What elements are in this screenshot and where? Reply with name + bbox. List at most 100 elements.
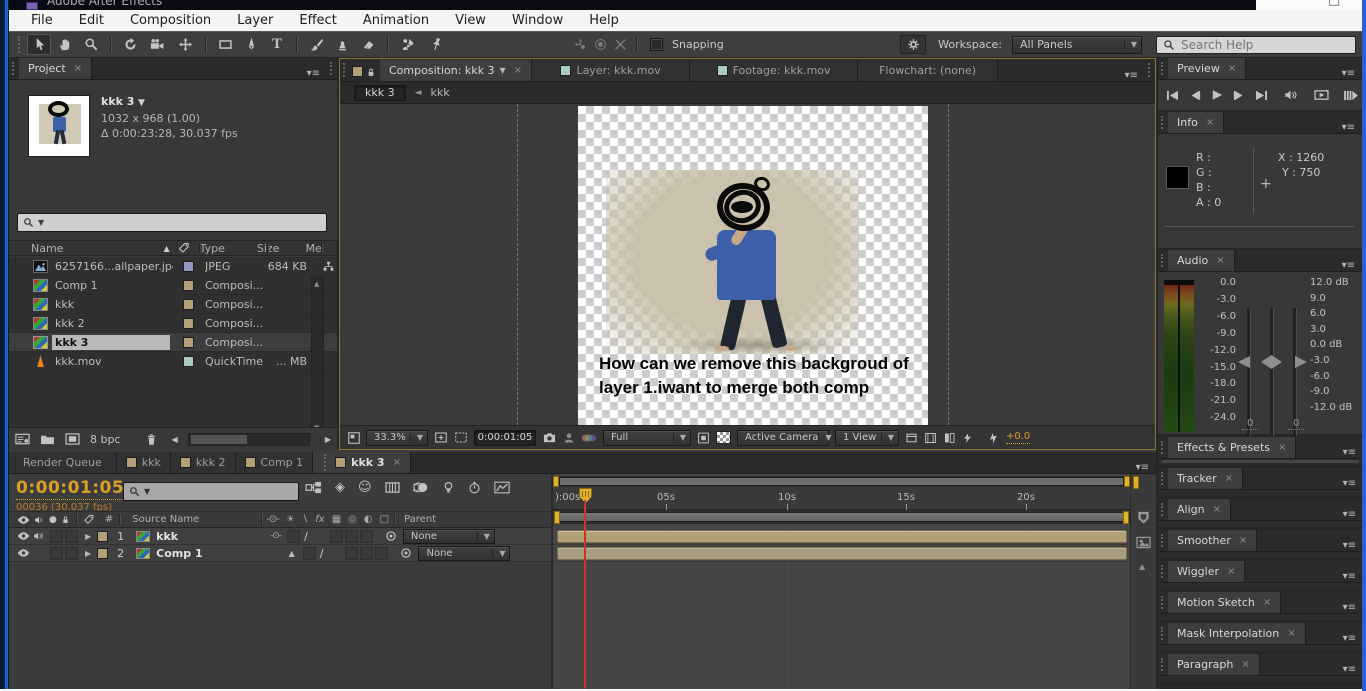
project-search-box[interactable]: ▼ xyxy=(17,213,327,232)
previous-frame-button[interactable] xyxy=(1189,90,1201,101)
panel-menu-icon[interactable]: ▾≡ xyxy=(1335,260,1362,271)
workspace-select[interactable]: All Panels▼ xyxy=(1012,36,1142,54)
shuttle-button[interactable] xyxy=(1343,90,1358,101)
parent-select[interactable]: None▼ xyxy=(418,546,510,561)
frame-blending-icon[interactable] xyxy=(385,481,400,494)
audio-gripper[interactable] xyxy=(1161,254,1165,267)
panel-menu-icon[interactable]: ▾≡ xyxy=(1336,478,1363,489)
rectangle-tool-icon[interactable] xyxy=(213,37,237,52)
master-slider-handle[interactable] xyxy=(1261,355,1282,369)
tab-info[interactable]: Info× xyxy=(1168,112,1224,133)
panel-menu-icon[interactable]: ▾≡ xyxy=(1129,462,1156,473)
sort-asc-icon[interactable]: ▲ xyxy=(163,244,169,253)
tab-layer[interactable]: Layer: kkk.mov xyxy=(532,60,690,81)
toolbar-gripper[interactable] xyxy=(18,36,22,53)
col-parent[interactable]: Parent xyxy=(404,514,436,525)
graph-editor-icon[interactable] xyxy=(494,481,510,494)
col-size[interactable]: Size xyxy=(257,242,280,255)
interpret-footage-icon[interactable] xyxy=(15,433,30,445)
close-icon[interactable]: × xyxy=(74,63,82,74)
scroll-up-icon[interactable]: ▲ xyxy=(1139,562,1145,571)
magnification-select[interactable]: 33.3%▼ xyxy=(366,430,428,446)
menu-window[interactable]: Window xyxy=(499,13,576,28)
motion-blur-cell[interactable] xyxy=(360,530,373,543)
project-row-kkk2[interactable]: kkk 2 Composi... xyxy=(9,314,337,333)
expand-arrow-icon[interactable]: ▶ xyxy=(85,549,91,558)
panel-menu-icon[interactable]: ▾≡ xyxy=(1336,447,1363,458)
target-region-icon[interactable] xyxy=(697,432,710,444)
camera-select[interactable]: Active Camera▼ xyxy=(737,430,829,446)
breadcrumb-parent[interactable]: kkk xyxy=(431,86,450,99)
tag-swatch[interactable] xyxy=(183,337,194,348)
last-frame-button[interactable] xyxy=(1255,90,1268,101)
layer-bar-kkk[interactable] xyxy=(557,530,1127,543)
gripper[interactable] xyxy=(1161,658,1165,671)
tag-swatch[interactable] xyxy=(183,261,194,272)
menu-composition[interactable]: Composition xyxy=(117,13,224,28)
solo-cell[interactable] xyxy=(50,547,63,560)
eye-icon[interactable] xyxy=(17,548,30,558)
comp-viewer[interactable]: How can we remove this backgroud of laye… xyxy=(340,104,1155,425)
navigator-cap[interactable] xyxy=(1133,476,1139,489)
left-level-slider[interactable] xyxy=(1247,308,1250,436)
tag-swatch[interactable] xyxy=(183,318,194,329)
brainstorm-icon[interactable] xyxy=(442,481,455,494)
playhead-line[interactable] xyxy=(584,500,586,689)
audio-mute-button[interactable] xyxy=(1284,89,1298,101)
tab-audio[interactable]: Audio× xyxy=(1168,250,1235,271)
pan-behind-tool-icon[interactable] xyxy=(172,37,198,52)
fx-switch-icon[interactable]: fx xyxy=(315,514,324,525)
exposure-reset-icon[interactable] xyxy=(987,432,1000,444)
status-timecode[interactable]: 0:00:01:05 xyxy=(474,430,536,446)
selection-tool-icon[interactable] xyxy=(27,34,51,55)
breadcrumb-current[interactable]: kkk 3 xyxy=(354,85,406,101)
puppet-pin-tool-icon[interactable] xyxy=(423,37,449,52)
expand-arrow-icon[interactable]: ▶ xyxy=(85,532,91,541)
close-icon[interactable]: × xyxy=(514,65,522,76)
tab-tracker[interactable]: Tracker× xyxy=(1168,468,1243,489)
shy-toggle[interactable]: -⊙- xyxy=(270,531,281,541)
preview-gripper[interactable] xyxy=(1161,62,1165,75)
comp-mini-flowchart-icon[interactable] xyxy=(305,481,322,494)
shy-switch-icon[interactable]: -⊙- xyxy=(266,514,279,525)
right-level-slider[interactable] xyxy=(1293,308,1296,436)
search-help-box[interactable] xyxy=(1156,36,1356,54)
lock-icon[interactable] xyxy=(366,67,376,78)
menu-effect[interactable]: Effect xyxy=(286,13,349,28)
gripper[interactable] xyxy=(1161,472,1165,485)
tab-timeline-kkk2[interactable]: kkk 2 xyxy=(171,452,236,473)
comp-canvas[interactable]: How can we remove this backgroud of laye… xyxy=(578,106,928,425)
auto-keyframe-icon[interactable] xyxy=(468,481,481,494)
timeline-search-box[interactable]: ▼ xyxy=(123,482,299,501)
close-icon[interactable]: × xyxy=(1216,255,1224,266)
work-area-start-handle[interactable] xyxy=(554,511,560,524)
gripper[interactable] xyxy=(1161,441,1165,454)
fast-preview-icon[interactable] xyxy=(962,432,973,444)
snapshot-camera-icon[interactable] xyxy=(542,431,557,444)
project-row-kkk3-selected[interactable]: kkk 3 Composi... xyxy=(9,333,337,352)
tab-preview[interactable]: Preview× xyxy=(1168,58,1246,79)
zoom-tool-icon[interactable] xyxy=(79,37,103,52)
fx-cell[interactable] xyxy=(330,530,343,543)
col-name[interactable]: Name xyxy=(31,242,63,255)
gripper[interactable] xyxy=(1161,596,1165,609)
tab-motion-sketch[interactable]: Motion Sketch× xyxy=(1168,592,1281,613)
audio-on-icon[interactable] xyxy=(33,531,44,541)
play-button[interactable] xyxy=(1211,89,1223,101)
project-row-kkk[interactable]: kkk Composi... xyxy=(9,295,337,314)
axis-world-icon[interactable] xyxy=(591,38,609,51)
project-panel-gripper-right[interactable] xyxy=(330,62,334,75)
work-area-end-handle[interactable] xyxy=(1123,511,1129,524)
tab-timeline-kkk[interactable]: kkk xyxy=(117,452,171,473)
quality-toggle[interactable]: ∕ xyxy=(304,530,308,543)
tab-footage[interactable]: Footage: kkk.mov xyxy=(690,60,858,81)
clone-stamp-tool-icon[interactable] xyxy=(330,37,354,52)
workspace-gear-icon[interactable] xyxy=(900,35,926,54)
menu-help[interactable]: Help xyxy=(576,13,632,28)
tab-project[interactable]: Project× xyxy=(19,58,92,79)
tab-render-queue[interactable]: Render Queue xyxy=(9,452,117,473)
time-ruler[interactable]: ):00s 05s 10s 15s 20s xyxy=(553,487,1130,510)
panel-menu-icon[interactable]: ▾≡ xyxy=(300,68,327,79)
project-panel-gripper[interactable] xyxy=(12,62,16,75)
collapse-cell[interactable] xyxy=(303,547,316,560)
